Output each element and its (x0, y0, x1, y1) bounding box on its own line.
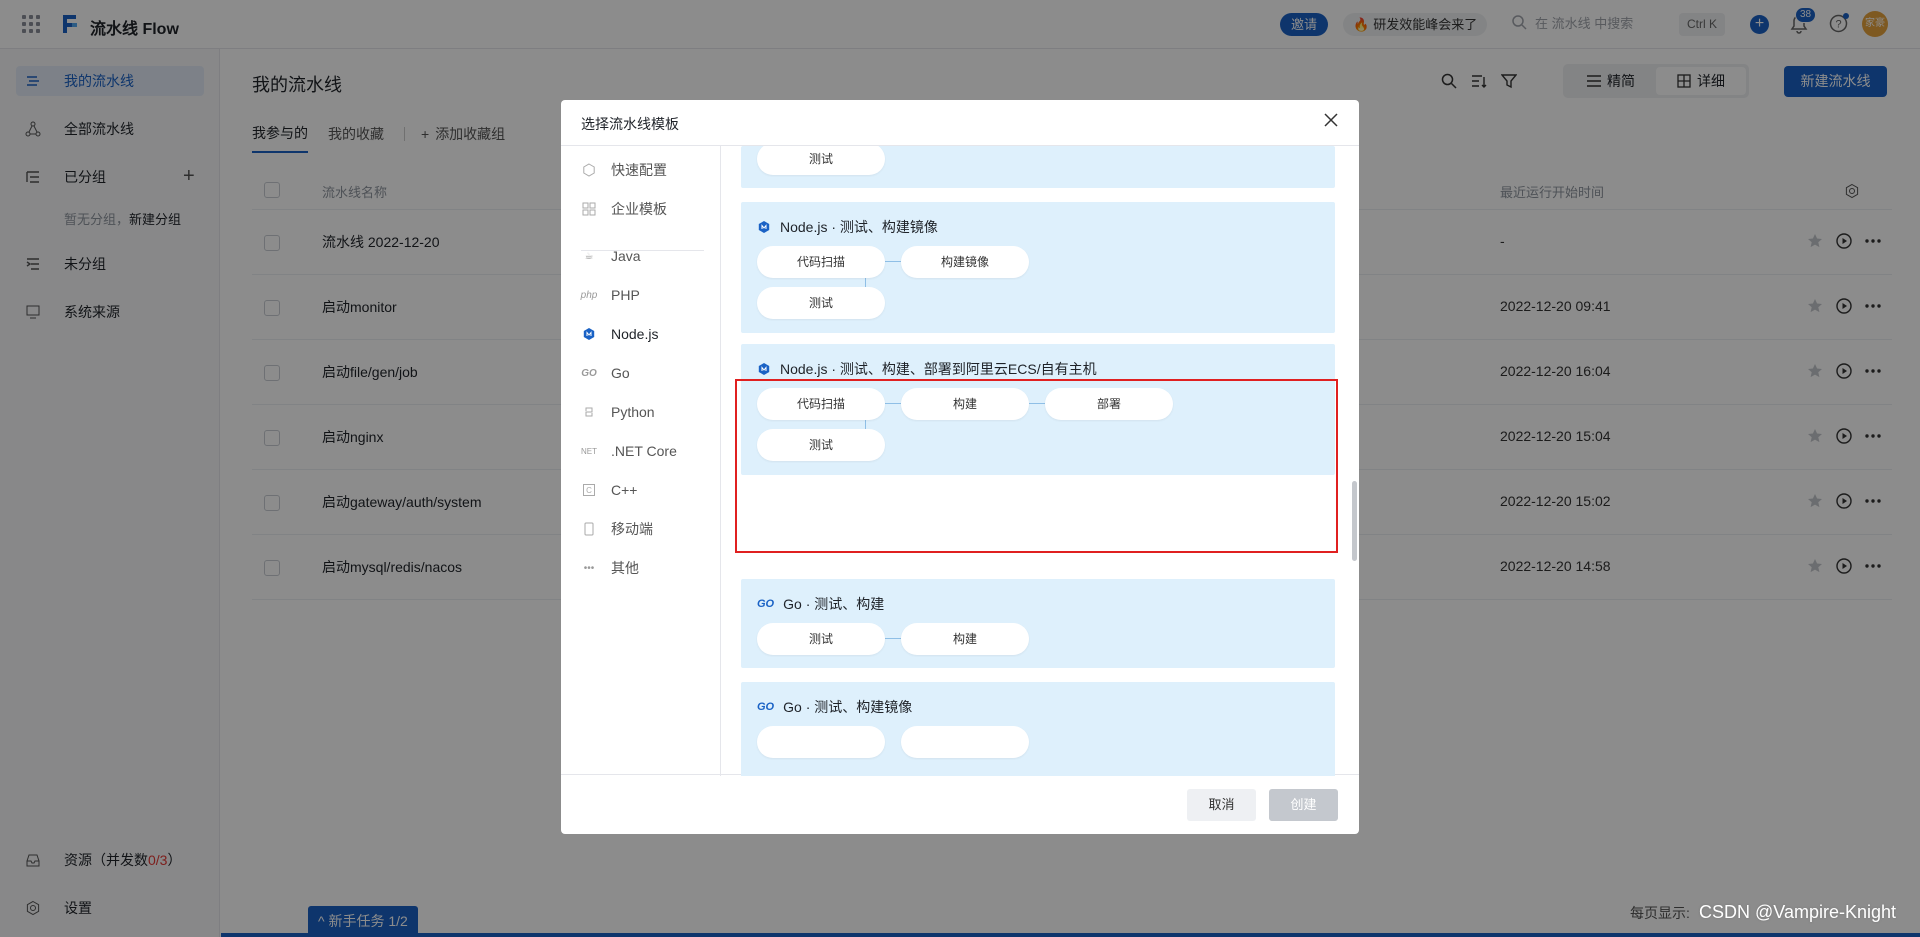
category-java[interactable]: ☕ Java (581, 244, 641, 268)
selection-highlight-box (735, 379, 1338, 553)
template-title: GO Go · 测试、构建镜像 (757, 697, 912, 717)
category-label: .NET Core (611, 443, 677, 459)
stage-pill: 构建 (901, 623, 1029, 655)
category-label: Python (611, 404, 655, 420)
category-label: Node.js (611, 326, 659, 342)
category-label: C++ (611, 482, 638, 498)
nodejs-icon (758, 221, 770, 233)
nodejs-icon (758, 363, 770, 375)
dotnet-icon: NET (581, 446, 597, 456)
stage-pill (757, 726, 885, 758)
template-title-text: Go · 测试、构建 (783, 596, 885, 612)
category-php[interactable]: php PHP (581, 283, 640, 307)
go-icon: GO (757, 701, 775, 713)
category-cpp[interactable]: C C++ (581, 478, 637, 502)
stage-pill: 测试 (757, 287, 885, 319)
category-label: 快速配置 (611, 162, 667, 178)
stage-pill (901, 726, 1029, 758)
python-icon (581, 405, 597, 419)
nodejs-icon (581, 327, 597, 341)
template-card[interactable]: GO Go · 测试、构建镜像 (741, 682, 1335, 776)
category-label: 其他 (611, 560, 639, 576)
svg-text:C: C (586, 486, 592, 495)
category-label: PHP (611, 287, 640, 303)
grid-icon (581, 202, 597, 216)
cpp-icon: C (581, 483, 597, 497)
dialog-title: 选择流水线模板 (581, 116, 679, 132)
go-icon: GO (757, 598, 775, 610)
watermark: CSDN @Vampire-Knight (1699, 902, 1896, 922)
java-icon: ☕ (584, 250, 594, 262)
go-icon: GO (581, 367, 597, 379)
dialog-footer: 取消 创建 (561, 775, 1359, 834)
template-card[interactable]: GO Go · 测试、构建 测试 构建 (741, 579, 1335, 668)
category-label: 企业模板 (611, 201, 667, 217)
more-icon: ••• (583, 562, 595, 574)
stage-connector (885, 638, 901, 639)
template-title-text: Node.js · 测试、构建镜像 (780, 219, 938, 235)
category-python[interactable]: Python (581, 400, 655, 424)
category-enterprise[interactable]: 企业模板 (581, 197, 667, 221)
template-card[interactable]: 测试 (741, 146, 1335, 188)
close-icon[interactable] (1323, 112, 1339, 128)
hexagon-icon (581, 163, 597, 177)
template-card[interactable]: Node.js · 测试、构建镜像 代码扫描 构建镜像 测试 (741, 202, 1335, 333)
category-other[interactable]: ••• 其他 (581, 556, 639, 580)
template-title: Node.js · 测试、构建、部署到阿里云ECS/自有主机 (757, 359, 1097, 379)
mobile-icon (581, 522, 597, 536)
stage-connector (885, 261, 901, 262)
category-label: 移动端 (611, 521, 653, 537)
create-button[interactable]: 创建 (1269, 789, 1338, 821)
php-icon: php (580, 289, 598, 301)
stage-pill: 测试 (757, 623, 885, 655)
template-title-text: Go · 测试、构建镜像 (783, 699, 913, 715)
category-nodejs[interactable]: Node.js (581, 322, 658, 346)
category-go[interactable]: GO Go (581, 361, 630, 385)
stage-pill: 代码扫描 (757, 246, 885, 278)
category-dotnet[interactable]: NET .NET Core (581, 439, 677, 463)
template-title: GO Go · 测试、构建 (757, 594, 884, 614)
category-quick-config[interactable]: 快速配置 (581, 158, 667, 182)
category-label: Go (611, 365, 630, 381)
stage-pill: 构建镜像 (901, 246, 1029, 278)
category-list: 快速配置 企业模板 ☕ Java php PHP Node.js GO Go Pyth… (561, 146, 721, 776)
category-label: Java (611, 248, 641, 264)
category-mobile[interactable]: 移动端 (581, 517, 653, 541)
cancel-button[interactable]: 取消 (1187, 789, 1256, 821)
template-title-text: Node.js · 测试、构建、部署到阿里云ECS/自有主机 (780, 361, 1097, 377)
scrollbar-thumb[interactable] (1352, 481, 1357, 561)
stage-pill: 测试 (757, 146, 885, 175)
template-title: Node.js · 测试、构建镜像 (757, 217, 938, 237)
